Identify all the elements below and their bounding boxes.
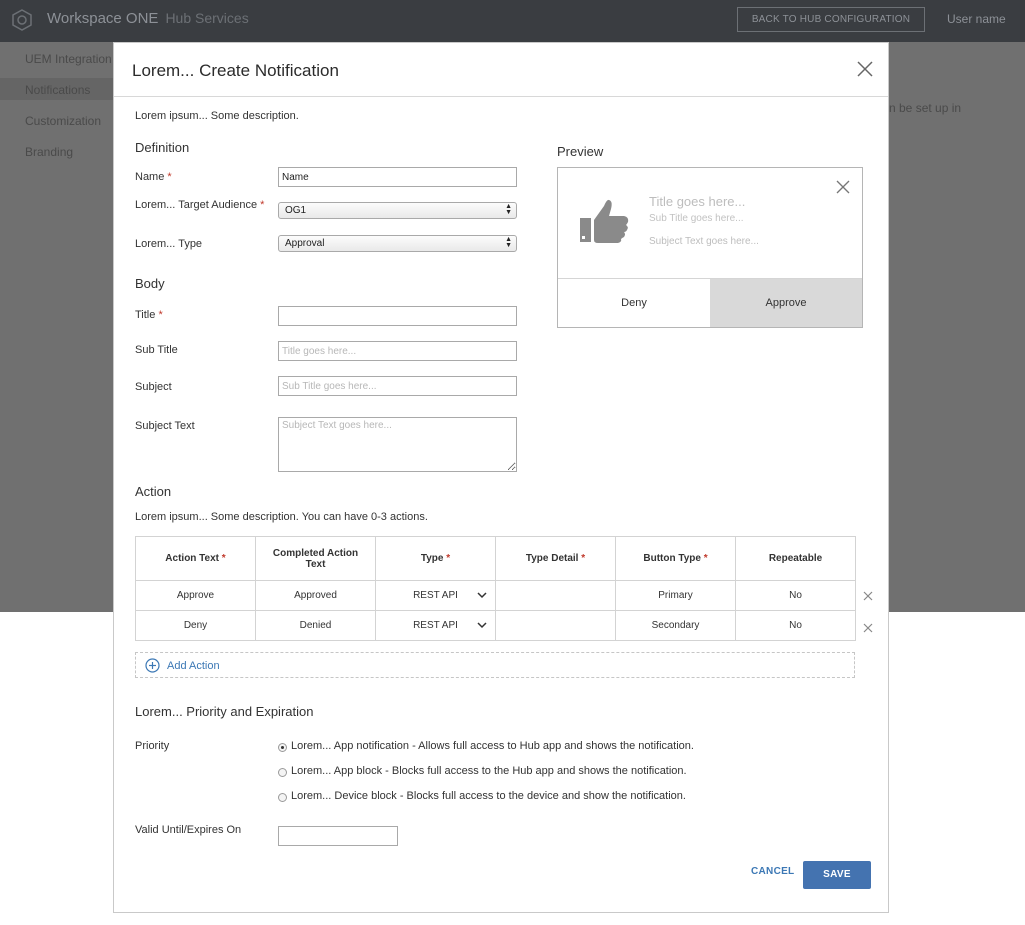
sidebar-item-notifications[interactable]: Notifications [25, 83, 90, 97]
add-action-label: Add Action [167, 660, 220, 672]
repeatable-cell[interactable]: No [735, 610, 856, 641]
body-heading: Body [135, 276, 165, 291]
priority-radio-device-block[interactable] [278, 793, 287, 802]
type-value: REST API [413, 620, 458, 631]
column-header-type: Type * [375, 536, 496, 581]
workspace-one-logo-icon [12, 9, 32, 31]
type-label: Lorem... Type [135, 238, 203, 250]
modal-description: Lorem ipsum... Some description. [135, 110, 299, 122]
chevron-down-icon[interactable] [477, 591, 487, 599]
add-action-button[interactable]: Add Action [135, 652, 855, 678]
subject-text-textarea[interactable] [278, 417, 517, 472]
button-type-cell[interactable]: Secondary [615, 610, 736, 641]
user-name-menu[interactable]: User name [947, 12, 1006, 26]
priority-option-app-notification[interactable]: Lorem... App notification - Allows full … [291, 740, 694, 752]
preview-subject: Subject Text goes here... [649, 236, 759, 247]
action-text-cell[interactable]: Approve [135, 580, 256, 611]
preview-heading: Preview [557, 144, 604, 159]
top-bar: Workspace ONE Hub Services BACK TO HUB CO… [0, 0, 1025, 42]
type-cell[interactable]: REST API [375, 610, 496, 641]
type-value: Approval [285, 238, 325, 249]
subject-input[interactable] [278, 376, 517, 396]
add-circle-icon [145, 658, 160, 673]
valid-until-label: Valid Until/Expires On [135, 824, 242, 836]
sidebar-item-uem-integration[interactable]: UEM Integration [25, 52, 112, 66]
preview-deny-button: Deny [558, 279, 710, 327]
target-audience-label-text: Lorem... Target Audience [135, 199, 258, 211]
table-row: Approve Approved REST API Primary No [135, 580, 856, 611]
thumbs-up-icon [580, 199, 629, 243]
table-header-row: Action Text * Completed Action Text Type… [135, 536, 856, 581]
repeatable-cell[interactable]: No [735, 580, 856, 611]
priority-radio-app-block[interactable] [278, 768, 287, 777]
target-audience-select[interactable]: OG1 ▲ ▼ [278, 202, 517, 219]
actions-table: Action Text * Completed Action Text Type… [135, 536, 856, 641]
subtitle-label: Sub Title [135, 344, 178, 356]
type-detail-cell[interactable] [495, 580, 616, 611]
subject-label: Subject [135, 381, 172, 393]
sidebar-item-customization[interactable]: Customization [25, 114, 101, 128]
cancel-button[interactable]: CANCEL [751, 866, 794, 877]
subtitle-input[interactable] [278, 341, 517, 361]
column-header-button-type: Button Type * [615, 536, 736, 581]
sidebar-item-branding[interactable]: Branding [25, 145, 73, 159]
type-select[interactable]: Approval ▲ ▼ [278, 235, 517, 252]
close-icon[interactable] [856, 60, 874, 78]
action-text-cell[interactable]: Deny [135, 610, 256, 641]
name-label-text: Name [135, 171, 165, 183]
table-row: Deny Denied REST API Secondary No [135, 610, 856, 641]
target-audience-value: OG1 [285, 205, 307, 216]
priority-heading: Lorem... Priority and Expiration [135, 704, 314, 719]
valid-until-input[interactable] [278, 826, 398, 846]
type-cell[interactable]: REST API [375, 580, 496, 611]
type-detail-cell[interactable] [495, 610, 616, 641]
title-label: Title * [135, 309, 163, 321]
column-header-completed-action-text: Completed Action Text [255, 536, 376, 581]
back-to-hub-configuration-button[interactable]: BACK TO HUB CONFIGURATION [737, 7, 925, 32]
remove-row-icon[interactable] [863, 623, 873, 633]
background-page-text: n be set up in [889, 101, 962, 115]
priority-option-app-block[interactable]: Lorem... App block - Blocks full access … [291, 765, 687, 777]
target-audience-label: Lorem... Target Audience * [135, 199, 265, 211]
subject-text-label: Subject Text [135, 420, 195, 432]
action-description: Lorem ipsum... Some description. You can… [135, 511, 428, 523]
column-header-repeatable: Repeatable [735, 536, 856, 581]
completed-action-text-cell[interactable]: Denied [255, 610, 376, 641]
save-button[interactable]: SAVE [803, 861, 871, 889]
definition-heading: Definition [135, 140, 190, 155]
type-value: REST API [413, 590, 458, 601]
name-input[interactable] [278, 167, 517, 187]
chevron-down-icon[interactable] [477, 621, 487, 629]
notification-preview-card: Title goes here... Sub Title goes here..… [557, 167, 863, 328]
button-type-cell[interactable]: Primary [615, 580, 736, 611]
preview-subtitle: Sub Title goes here... [649, 213, 744, 224]
modal-title: Lorem... Create Notification [132, 61, 339, 80]
priority-label: Priority [135, 740, 170, 752]
product-name: Hub Services [165, 10, 249, 26]
modal-header: Lorem... Create Notification [114, 43, 888, 97]
column-header-action-text: Action Text * [135, 536, 256, 581]
priority-radio-app-notification[interactable] [278, 743, 287, 752]
completed-action-text-cell[interactable]: Approved [255, 580, 376, 611]
preview-title: Title goes here... [649, 194, 746, 209]
action-heading: Action [135, 484, 172, 499]
brand-name: Workspace ONE [47, 10, 159, 27]
title-label-text: Title [135, 309, 156, 321]
create-notification-modal: Lorem... Create Notification Lorem ipsum… [113, 42, 889, 913]
brand-title: Workspace ONE Hub Services [47, 10, 249, 27]
close-icon [836, 180, 850, 194]
preview-approve-button: Approve [710, 279, 862, 327]
column-header-type-detail: Type Detail * [495, 536, 616, 581]
select-arrows-icon: ▲ ▼ [505, 203, 512, 216]
title-input[interactable] [278, 306, 517, 326]
select-arrows-icon: ▲ ▼ [505, 236, 512, 249]
name-label: Name * [135, 171, 172, 183]
remove-row-icon[interactable] [863, 591, 873, 601]
priority-option-device-block[interactable]: Lorem... Device block - Blocks full acce… [291, 790, 686, 802]
